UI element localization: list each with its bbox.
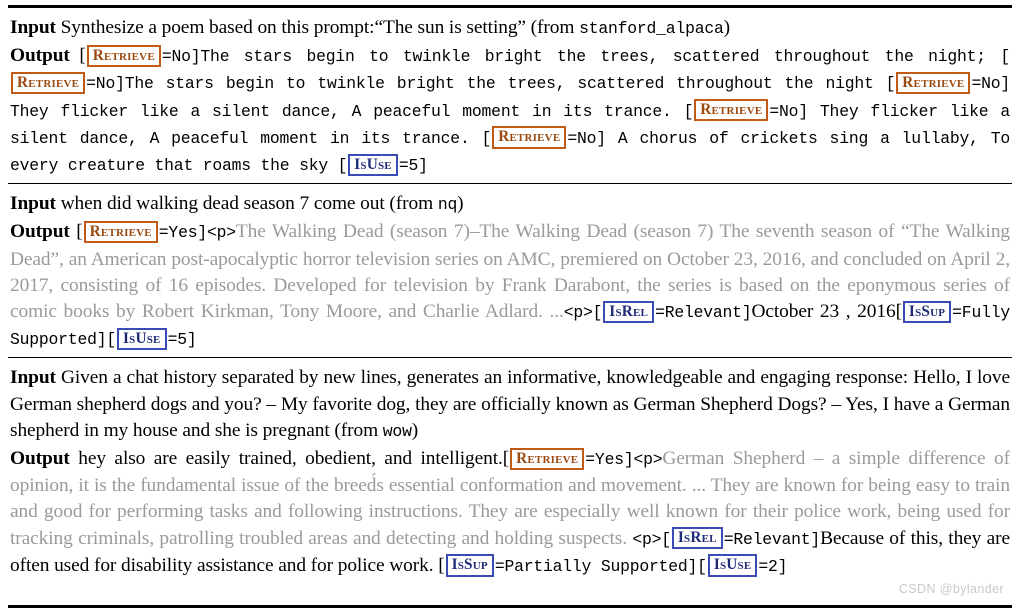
example-2-segment-3: <p>[ bbox=[563, 303, 603, 323]
example-2-segment-2: =Yes]<p> bbox=[158, 223, 236, 243]
input-label: Input bbox=[10, 17, 56, 38]
example-3-segment-4: =Relevant] bbox=[723, 529, 821, 549]
example-2-input-suffix: ) bbox=[457, 193, 464, 215]
example-1-input-line: Input Synthesize a poem based on this pr… bbox=[10, 15, 1010, 42]
retrieve-token-tag: Retrieve bbox=[83, 220, 158, 244]
example-3-lead-text: hey also are easily trained, obedient, a… bbox=[78, 448, 510, 470]
issup-token-tag: IsSup bbox=[445, 554, 494, 577]
example-1-segment-3: =No]The stars begin to twinkle bright th… bbox=[86, 74, 896, 94]
example-2-output-line: Output [Retrieve =Yes]<p>The Walking Dead… bbox=[10, 219, 1010, 353]
example-3-input-text: Given a chat history separated by new li… bbox=[10, 367, 1011, 441]
example-2-answer-text: October 23 , 2016 bbox=[751, 301, 896, 323]
issup-token-tag: IsSup bbox=[902, 300, 952, 323]
example-1-input-suffix: ) bbox=[723, 17, 730, 38]
example-3-segment-2: =Yes]<p> bbox=[585, 450, 663, 470]
isuse-token-tag: IsUse bbox=[348, 153, 398, 176]
output-label: Output bbox=[10, 448, 70, 470]
retrieve-token-tag: Retrieve bbox=[694, 99, 769, 122]
example-1-output-line: Output [Retrieve =No]The stars begin to t… bbox=[10, 43, 1010, 179]
watermark: CSDN @bylander bbox=[898, 582, 1004, 596]
example-1-dataset-name: stanford_alpaca bbox=[579, 19, 724, 38]
example-1-segment-2: =No]The stars begin to twinkle bright th… bbox=[161, 47, 1011, 67]
input-label: Input bbox=[10, 193, 56, 215]
table-separator-rule-2 bbox=[8, 357, 1012, 359]
example-3-segment-5: =Partially Supported][ bbox=[494, 556, 707, 576]
example-2-segment-4: =Relevant] bbox=[655, 303, 752, 323]
table-top-rule bbox=[8, 5, 1012, 8]
example-1-bracket-open: [ bbox=[79, 45, 86, 67]
example-2-input-line: Input when did walking dead season 7 com… bbox=[10, 191, 1010, 218]
retrieve-token-tag: Retrieve bbox=[11, 71, 86, 95]
example-block-1: Input Synthesize a poem based on this pr… bbox=[0, 15, 1020, 179]
example-3-dataset-name: wow bbox=[382, 421, 412, 441]
isuse-token-tag: IsUse bbox=[117, 327, 167, 351]
isrel-token-tag: IsRel bbox=[671, 527, 723, 550]
input-label: Input bbox=[10, 367, 56, 389]
retrieve-token-tag: Retrieve bbox=[492, 126, 567, 149]
example-3-segment-3: <p>[ bbox=[632, 529, 671, 549]
example-3-output-line: Output hey also are easily trained, obed… bbox=[10, 446, 1010, 580]
example-2-bracket-open-2: [ bbox=[895, 301, 902, 323]
example-1-segment-7: =5] bbox=[398, 156, 428, 176]
example-3-segment-6: =2] bbox=[758, 556, 788, 576]
isuse-token-tag: IsUse bbox=[707, 554, 758, 577]
retrieve-token-tag: Retrieve bbox=[896, 71, 971, 95]
retrieve-token-tag: Retrieve bbox=[510, 447, 585, 470]
isrel-token-tag: IsRel bbox=[603, 300, 655, 323]
example-2-input-text: when did walking dead season 7 come out … bbox=[60, 193, 438, 215]
output-label: Output bbox=[10, 45, 70, 67]
example-3-input-suffix: ) bbox=[411, 419, 419, 441]
output-label: Output bbox=[10, 221, 70, 243]
example-2-segment-7: =5] bbox=[167, 330, 197, 350]
example-2-dataset-name: nq bbox=[437, 195, 458, 215]
example-1-input-text: Synthesize a poem based on this prompt:“… bbox=[60, 17, 580, 38]
table-separator-rule-1 bbox=[8, 183, 1012, 185]
retrieve-token-tag: Retrieve bbox=[86, 44, 161, 67]
example-block-3: Input Given a chat history separated by … bbox=[0, 365, 1020, 580]
example-2-bracket-open: [ bbox=[76, 221, 83, 243]
figure-container: Input Synthesize a poem based on this pr… bbox=[0, 5, 1020, 612]
example-block-2: Input when did walking dead season 7 com… bbox=[0, 191, 1020, 353]
example-3-input-line: Input Given a chat history separated by … bbox=[10, 365, 1010, 445]
